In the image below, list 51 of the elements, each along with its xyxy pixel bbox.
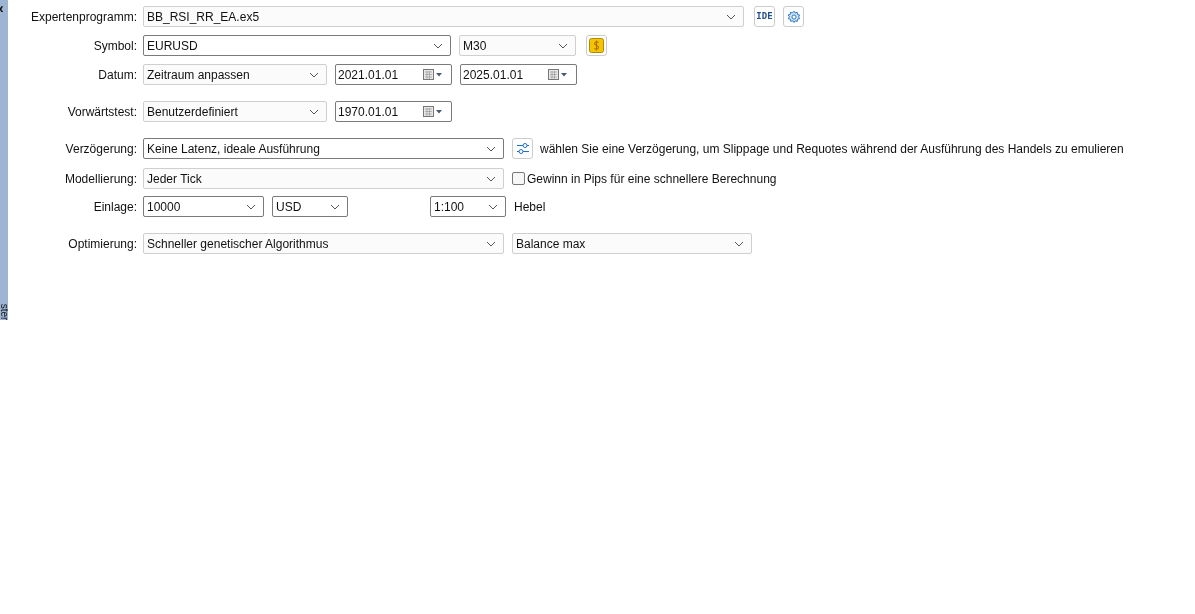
chevron-down-icon bbox=[433, 42, 443, 49]
sliders-icon bbox=[515, 142, 530, 155]
dollar-coin-icon bbox=[589, 38, 604, 53]
chevron-down-icon bbox=[486, 240, 496, 247]
collapse-button[interactable]: ‹ bbox=[0, 0, 4, 16]
forward-test-combo[interactable]: Benutzerdefiniert bbox=[143, 101, 327, 122]
ide-button[interactable]: IDE bbox=[754, 6, 775, 27]
field-label: Einlage: bbox=[93, 198, 137, 216]
delay-hint: wählen Sie eine Verzögerung, um Slippage und Requotes während der Ausführung des Handels zu emulieren bbox=[540, 140, 1124, 158]
date-field[interactable]: 1970.01.01 bbox=[335, 101, 452, 122]
field-label: Optimierung: bbox=[68, 235, 137, 253]
leverage-label: Hebel bbox=[514, 198, 546, 216]
deposit-combo[interactable]: 10000 bbox=[143, 196, 264, 217]
optimization-combo[interactable]: Schneller genetischer Algorithmus bbox=[143, 233, 504, 254]
pips-checkbox-label: Gewinn in Pips für eine schnellere Berechnung bbox=[527, 170, 777, 188]
field-label: Expertenprogramm: bbox=[30, 8, 137, 26]
currency-combo[interactable]: USD bbox=[272, 196, 348, 217]
date-field[interactable]: 2025.01.01 bbox=[460, 64, 577, 85]
field-label: Vorwärtstest: bbox=[67, 103, 137, 121]
date-field[interactable]: 2021.01.01 bbox=[335, 64, 452, 85]
modelling-combo[interactable]: Jeder Tick bbox=[143, 168, 504, 189]
calendar-dropdown-icon bbox=[423, 106, 443, 117]
chevron-down-icon bbox=[246, 203, 256, 210]
chevron-down-icon bbox=[726, 13, 736, 20]
chevron-down-icon bbox=[309, 108, 319, 115]
date-range-combo[interactable]: Zeitraum anpassen bbox=[143, 64, 327, 85]
expert-combo[interactable]: BB_RSI_RR_EA.ex5 bbox=[143, 6, 744, 27]
criterion-combo[interactable]: Balance max bbox=[512, 233, 752, 254]
calendar-dropdown-icon bbox=[423, 69, 443, 80]
chevron-down-icon bbox=[309, 71, 319, 78]
field-label: Symbol: bbox=[93, 37, 137, 55]
field-label: Verzögerung: bbox=[65, 140, 137, 158]
calendar-dropdown-icon bbox=[548, 69, 568, 80]
pips-checkbox[interactable] bbox=[512, 172, 525, 185]
delay-settings-button[interactable] bbox=[512, 138, 533, 159]
field-label: Modellierung: bbox=[64, 170, 137, 188]
field-label: Datum: bbox=[98, 66, 137, 84]
chevron-down-icon bbox=[734, 240, 744, 247]
settings-icon bbox=[786, 9, 801, 24]
side-panel-label: ster bbox=[0, 303, 8, 320]
settings-button[interactable] bbox=[783, 6, 804, 27]
chevron-down-icon bbox=[330, 203, 340, 210]
delay-combo[interactable]: Keine Latenz, ideale Ausführung bbox=[143, 138, 504, 159]
symbol-specs-button[interactable] bbox=[586, 35, 607, 56]
chevron-down-icon bbox=[558, 42, 568, 49]
symbol-combo[interactable]: EURUSD bbox=[143, 35, 451, 56]
leverage-combo[interactable]: 1:100 bbox=[430, 196, 506, 217]
chevron-down-icon bbox=[488, 203, 498, 210]
chevron-down-icon bbox=[486, 145, 496, 152]
timeframe-combo[interactable]: M30 bbox=[459, 35, 576, 56]
chevron-down-icon bbox=[486, 175, 496, 182]
